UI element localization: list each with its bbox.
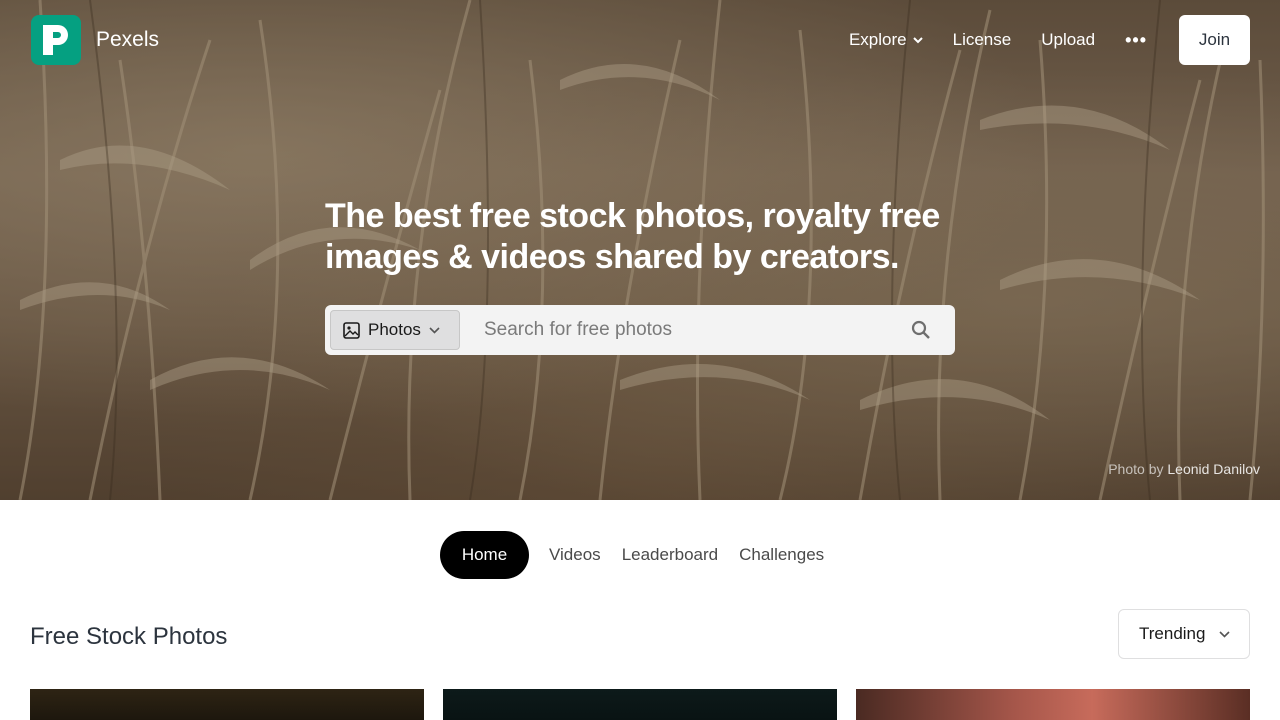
photo-credit-prefix: Photo by <box>1108 461 1164 477</box>
sort-label: Trending <box>1139 624 1206 643</box>
nav-license[interactable]: License <box>953 30 1012 50</box>
image-icon <box>343 321 360 339</box>
top-nav: Explore License Upload ••• Join <box>849 15 1250 65</box>
tab-home[interactable]: Home <box>440 531 529 579</box>
photo-card[interactable] <box>856 689 1250 720</box>
hero-headline: The best free stock photos, royalty free… <box>325 197 940 276</box>
nav-explore[interactable]: Explore <box>849 30 923 50</box>
chevron-down-icon <box>429 326 440 334</box>
tab-challenges[interactable]: Challenges <box>739 545 824 565</box>
photo-card[interactable] <box>443 689 837 720</box>
tab-leaderboard[interactable]: Leaderboard <box>622 545 718 565</box>
photo-credit: Photo by Leonid Danilov <box>1108 461 1260 477</box>
pexels-logo-icon[interactable] <box>31 15 81 65</box>
nav-upload[interactable]: Upload <box>1041 30 1095 50</box>
section-tabs: Home Videos Leaderboard Challenges <box>440 531 845 579</box>
chevron-down-icon <box>1219 630 1231 638</box>
join-button[interactable]: Join <box>1179 15 1250 65</box>
search-type-dropdown[interactable]: Photos <box>330 310 460 350</box>
photo-credit-author[interactable]: Leonid Danilov <box>1167 461 1260 477</box>
nav-explore-label: Explore <box>848 30 907 49</box>
search-bar: Photos <box>325 305 955 355</box>
search-icon[interactable] <box>901 310 941 350</box>
tab-videos[interactable]: Videos <box>549 545 601 565</box>
search-input[interactable] <box>484 310 901 350</box>
search-type-label: Photos <box>368 320 421 339</box>
chevron-down-icon <box>912 36 923 43</box>
photo-card[interactable] <box>30 689 424 720</box>
sort-dropdown[interactable]: Trending <box>1118 609 1250 659</box>
ellipsis-icon[interactable]: ••• <box>1125 30 1147 51</box>
pexels-logo-glyph <box>43 25 68 55</box>
search-icon-glyph <box>911 320 930 339</box>
section-title: Free Stock Photos <box>30 623 228 650</box>
brand-name[interactable]: Pexels <box>96 28 159 52</box>
